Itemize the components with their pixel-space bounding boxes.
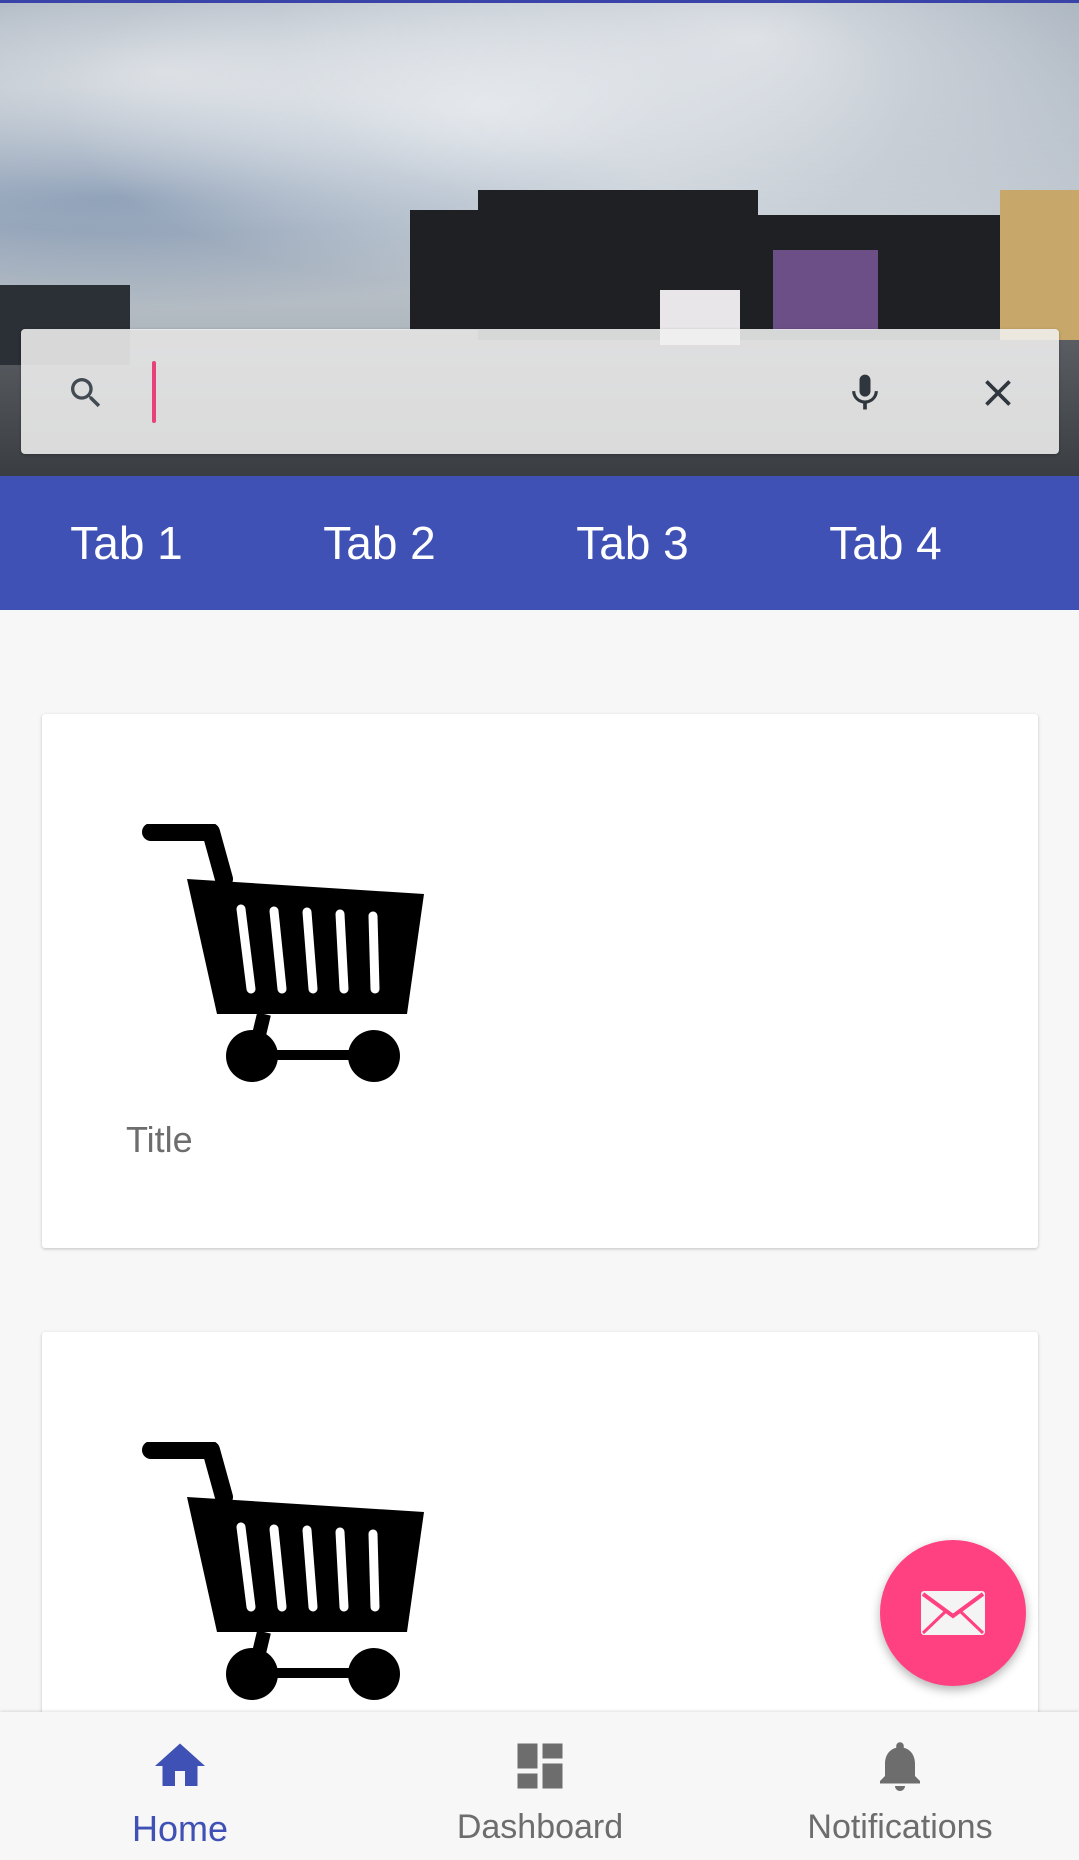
shopping-cart-icon	[142, 824, 424, 1082]
bottom-navigation: Home Dashboard Notifications	[0, 1712, 1079, 1860]
nav-dashboard[interactable]: Dashboard	[360, 1712, 720, 1860]
text-cursor	[152, 361, 156, 423]
product-card[interactable]	[42, 1332, 1038, 1752]
nav-dashboard-label: Dashboard	[456, 1808, 624, 1846]
bell-icon	[880, 1742, 920, 1791]
nav-notifications-label: Notifications	[807, 1808, 993, 1846]
tab-1[interactable]: Tab 1	[0, 476, 253, 610]
search-input[interactable]	[166, 359, 820, 427]
product-card[interactable]: Title	[42, 714, 1038, 1248]
card-title: Title	[126, 1119, 193, 1160]
nav-notifications[interactable]: Notifications	[720, 1712, 1079, 1860]
shopping-cart-icon	[142, 1442, 424, 1700]
top-accent-line	[0, 0, 1079, 3]
home-icon	[155, 1743, 205, 1786]
microphone-icon[interactable]	[843, 371, 887, 415]
fashion-billboard	[773, 250, 878, 330]
nav-home[interactable]: Home	[0, 1712, 360, 1860]
nav-home-label: Home	[131, 1808, 229, 1849]
yellow-building	[1000, 190, 1079, 340]
tab-3[interactable]: Tab 3	[506, 476, 759, 610]
tab-4[interactable]: Tab 4	[759, 476, 1012, 610]
dashboard-icon	[517, 1743, 563, 1789]
search-bar[interactable]	[21, 329, 1059, 454]
tab-bar: Tab 1 Tab 2 Tab 3 Tab 4	[0, 476, 1079, 610]
mail-icon	[921, 1591, 985, 1635]
close-icon[interactable]	[976, 371, 1020, 415]
tab-2[interactable]: Tab 2	[253, 476, 506, 610]
search-icon[interactable]	[66, 373, 106, 413]
header-image	[0, 0, 1079, 476]
compose-mail-fab[interactable]	[880, 1540, 1026, 1686]
